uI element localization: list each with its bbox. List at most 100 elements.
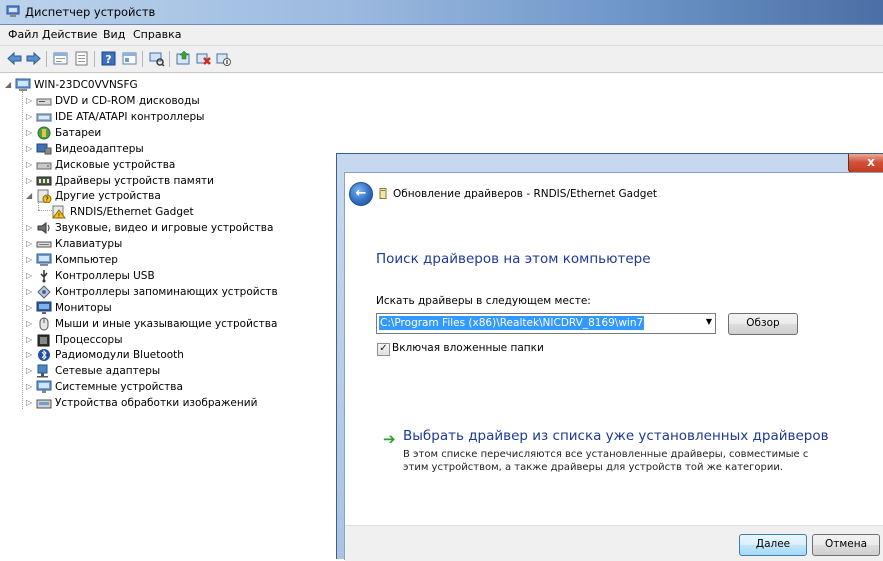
collapse-arrow-icon[interactable]: ◢ xyxy=(26,188,36,204)
menu-action[interactable]: Действие xyxy=(40,28,99,41)
update-driver-icon[interactable] xyxy=(175,50,192,67)
tree-item-label: Устройства обработки изображений xyxy=(55,397,258,410)
sound-icon xyxy=(37,222,50,235)
tree-item-label: Дисковые устройства xyxy=(55,158,176,171)
expand-arrow-icon[interactable]: ▷ xyxy=(26,316,36,332)
tree-item-label: Радиомодули Bluetooth xyxy=(55,349,184,362)
tree-category[interactable]: ▷ Радиомодули Bluetooth xyxy=(26,347,184,363)
tree-child-item[interactable]: ! RNDIS/Ethernet Gadget xyxy=(51,204,194,220)
display-adapter-icon xyxy=(36,143,52,155)
dialog-header-title: Обновление драйверов - RNDIS/Ethernet Ga… xyxy=(393,188,658,200)
svg-text:!: ! xyxy=(58,213,60,220)
tree-category[interactable]: ◢? Другие устройства xyxy=(26,188,161,204)
dialog-close-button[interactable]: x xyxy=(848,154,883,173)
tree-category[interactable]: ▷ Батареи xyxy=(26,125,101,141)
tree-item-label: Контроллеры USB xyxy=(55,269,155,282)
driver-path-combobox[interactable]: C:\Program Files (x86)\Realtek\NICDRV_81… xyxy=(376,313,716,334)
properties-icon[interactable] xyxy=(52,50,69,67)
chevron-down-icon[interactable]: ▼ xyxy=(706,317,712,326)
expand-arrow-icon[interactable]: ▷ xyxy=(26,220,36,236)
tree-category[interactable]: ▷ Контроллеры запоминающих устройств xyxy=(26,284,278,300)
expand-arrow-icon[interactable]: ▷ xyxy=(26,395,36,411)
tree-category[interactable]: ▷ Клавиатуры xyxy=(26,236,122,252)
forward-arrow-icon[interactable] xyxy=(25,50,42,67)
tree-item-label: Батареи xyxy=(55,126,102,139)
dialog-heading: Поиск драйверов на этом компьютере xyxy=(376,251,651,267)
expand-arrow-icon[interactable]: ▷ xyxy=(26,284,36,300)
expand-arrow-icon[interactable]: ▷ xyxy=(26,347,36,363)
include-subfolders-checkbox[interactable]: ✓ xyxy=(377,343,390,356)
menu-file[interactable]: Файл xyxy=(6,28,40,41)
tree-category[interactable]: ▷ Контроллеры USB xyxy=(26,268,155,284)
other-devices-icon: ? xyxy=(37,189,52,204)
dialog-header: ← Обновление драйверов - RNDIS/Ethernet … xyxy=(345,173,883,213)
tree-category[interactable]: ▷ Устройства обработки изображений xyxy=(26,395,257,411)
tree-line xyxy=(38,210,52,211)
expand-arrow-icon[interactable]: ▷ xyxy=(26,141,36,157)
tree-category[interactable]: ▷ Драйверы устройств памяти xyxy=(26,173,214,189)
expand-arrow-icon[interactable]: ▷ xyxy=(26,109,36,125)
tree-line xyxy=(22,91,23,409)
expand-arrow-icon[interactable]: ▷ xyxy=(26,252,36,268)
tree-category[interactable]: ▷ Мониторы xyxy=(26,300,112,316)
expand-arrow-icon[interactable]: ▷ xyxy=(26,379,36,395)
tree-category[interactable]: ▷ Мыши и иные указывающие устройства xyxy=(26,316,277,332)
expand-arrow-icon[interactable]: ▷ xyxy=(26,363,36,379)
tree-category[interactable]: ▷ Видеоадаптеры xyxy=(26,141,144,157)
driver-path-input[interactable]: C:\Program Files (x86)\Realtek\NICDRV_81… xyxy=(379,316,645,330)
toolbar-separator xyxy=(169,51,170,67)
show-hide-icon[interactable] xyxy=(73,50,90,67)
menu-view[interactable]: Вид xyxy=(101,28,127,41)
expand-arrow-icon[interactable]: ▷ xyxy=(26,300,36,316)
help-icon[interactable]: ? xyxy=(100,50,117,67)
imaging-device-icon xyxy=(36,399,52,409)
dvd-drive-icon xyxy=(36,98,52,106)
toolbar-separator xyxy=(142,51,143,67)
dialog-back-button[interactable]: ← xyxy=(349,182,373,206)
disable-icon[interactable] xyxy=(215,50,232,67)
cancel-button[interactable]: Отмена xyxy=(812,534,880,556)
expand-arrow-icon[interactable]: ▷ xyxy=(26,332,36,348)
menu-help[interactable]: Справка xyxy=(131,28,183,41)
browse-button[interactable]: Обзор xyxy=(728,313,798,335)
window-title: Диспетчер устройств xyxy=(25,5,156,19)
back-arrow-icon[interactable] xyxy=(6,50,23,67)
system-devices-icon xyxy=(36,380,52,394)
tree-item-label: DVD и CD-ROM дисководы xyxy=(55,95,200,107)
expand-arrow-icon[interactable]: ▷ xyxy=(26,93,36,109)
include-subfolders-label[interactable]: Включая вложенные папки xyxy=(392,342,544,354)
menu-bar: Файл Действие Вид Справка xyxy=(0,25,883,46)
tree-item-label: Мыши и иные указывающие устройства xyxy=(55,317,278,330)
tree-category[interactable]: ▷ DVD и CD-ROM дисководы xyxy=(26,93,200,109)
computer-icon xyxy=(15,78,31,91)
ide-controller-icon xyxy=(36,113,52,122)
unknown-device-warning-icon: ! xyxy=(52,205,66,220)
expand-arrow-icon[interactable]: ▷ xyxy=(26,157,36,173)
tree-item-label: Звуковые, видео и игровые устройства xyxy=(55,222,274,235)
tree-category[interactable]: ▷ Компьютер xyxy=(26,252,118,268)
uninstall-icon[interactable] xyxy=(195,50,212,67)
tree-category[interactable]: ▷ IDE ATA/ATAPI контроллеры xyxy=(26,109,204,125)
disk-drive-icon xyxy=(36,162,52,170)
tree-category[interactable]: ▷ Сетевые адаптеры xyxy=(26,363,160,379)
monitor-icon xyxy=(36,301,52,314)
battery-icon xyxy=(37,126,51,140)
expand-arrow-icon[interactable]: ▷ xyxy=(26,236,36,252)
update-driver-dialog: x ← Обновление драйверов - RNDIS/Etherne… xyxy=(336,153,883,561)
view-icon[interactable] xyxy=(121,50,138,67)
network-adapter-icon xyxy=(37,364,48,378)
expand-arrow-icon[interactable]: ▷ xyxy=(26,173,36,189)
svg-text:?: ? xyxy=(45,196,49,204)
tree-root[interactable]: ◢ WIN-23DC0VVNSFG xyxy=(5,77,138,93)
pick-driver-link[interactable]: Выбрать драйвер из списка уже установлен… xyxy=(403,428,829,444)
next-button[interactable]: Далее xyxy=(739,534,807,556)
scan-hardware-icon[interactable] xyxy=(148,50,165,67)
expand-arrow-icon[interactable]: ▷ xyxy=(26,268,36,284)
tree-category[interactable]: ▷ Дисковые устройства xyxy=(26,157,175,173)
tree-category[interactable]: ▷ Системные устройства xyxy=(26,379,183,395)
expand-arrow-icon[interactable]: ▷ xyxy=(26,125,36,141)
collapse-arrow-icon[interactable]: ◢ xyxy=(5,77,15,93)
tree-category[interactable]: ▷ Процессоры xyxy=(26,332,123,348)
mouse-icon xyxy=(39,317,49,331)
tree-category[interactable]: ▷ Звуковые, видео и игровые устройства xyxy=(26,220,273,236)
